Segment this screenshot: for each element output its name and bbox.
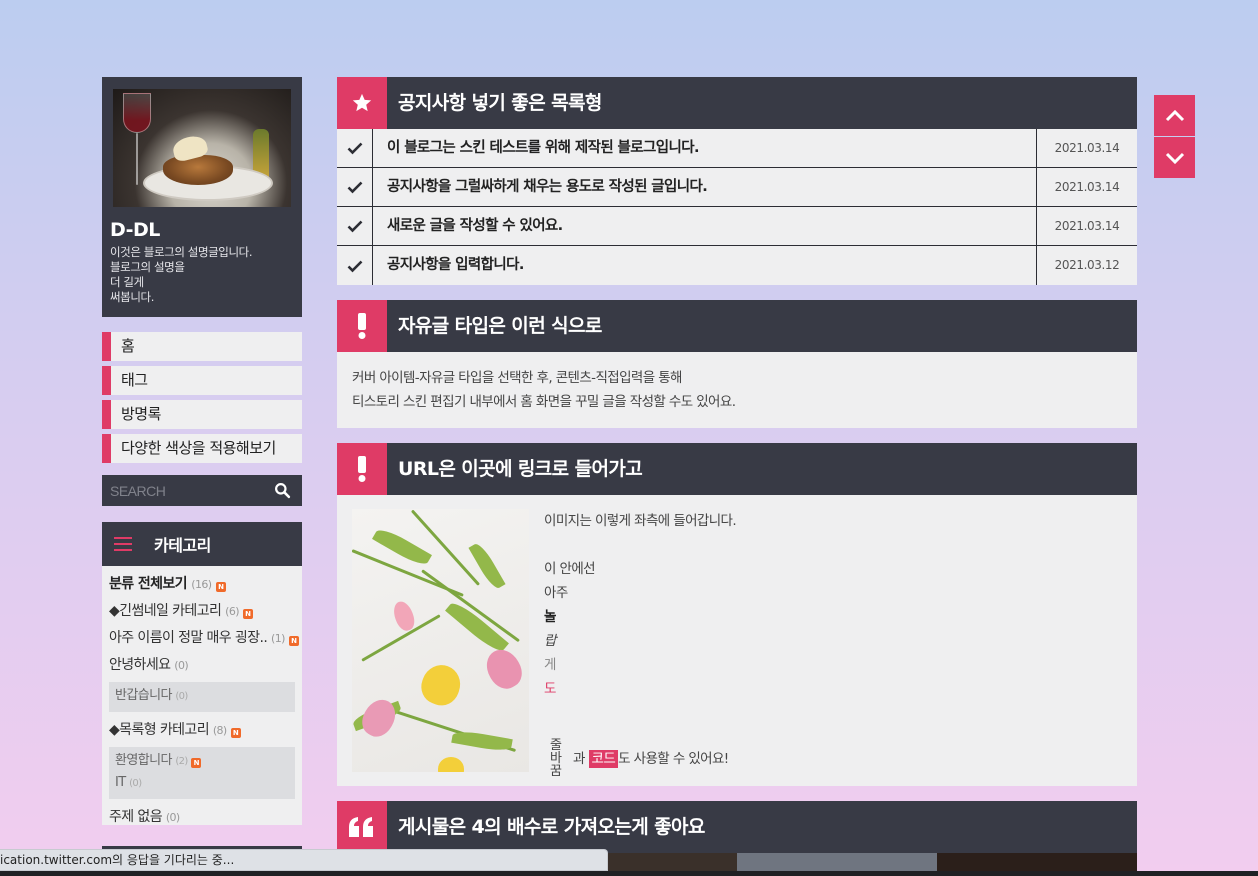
- notice-row[interactable]: 공지사항을 입력합니다. 2021.03.12: [337, 246, 1137, 285]
- check-icon: [337, 129, 373, 167]
- free-text-section: 자유글 타입은 이런 식으로 커버 아이템-자유글 타입을 선택한 후, 콘텐츠…: [337, 300, 1137, 428]
- check-icon: [337, 168, 373, 206]
- url-body[interactable]: 이미지는 이렇게 좌측에 들어갑니다. 이 안에선 아주 놀 랍 게 도 줄 바…: [337, 495, 1137, 786]
- section-header: 공지사항 넣기 좋은 목록형: [337, 77, 1137, 129]
- notice-date: 2021.03.14: [1054, 180, 1120, 194]
- nav-item-home[interactable]: 홈: [102, 332, 302, 361]
- main-nav: 홈 태그 방명록 다양한 색상을 적용해보기: [102, 332, 302, 463]
- notice-row[interactable]: 이 블로그는 스킨 테스트를 위해 제작된 블로그입니다. 2021.03.14: [337, 129, 1137, 168]
- section-title: 게시물은 4의 배수로 가져오는게 좋아요: [398, 816, 705, 838]
- subcategory-group: 반갑습니다 (0): [109, 682, 295, 712]
- chevron-down-icon: [1165, 152, 1184, 164]
- quote-icon: [337, 801, 387, 853]
- profile-image[interactable]: [113, 89, 291, 207]
- nav-item-guestbook[interactable]: 방명록: [102, 400, 302, 429]
- section-header: URL은 이곳에 링크로 들어가고: [337, 443, 1137, 495]
- category-item[interactable]: 안녕하세요 (0): [109, 655, 295, 682]
- url-text: 이미지는 이렇게 좌측에 들어갑니다. 이 안에선 아주 놀 랍 게 도: [544, 509, 737, 701]
- star-icon: [337, 77, 387, 129]
- subcategory-group: 환영합니다 (2) N IT (0): [109, 747, 295, 799]
- blog-title[interactable]: D-DL: [110, 219, 294, 241]
- notice-date: 2021.03.14: [1054, 141, 1120, 155]
- url-text-line: 놀: [544, 609, 556, 625]
- notice-list: 이 블로그는 스킨 테스트를 위해 제작된 블로그입니다. 2021.03.14…: [337, 129, 1137, 285]
- url-text-line: 이 안에선: [544, 561, 596, 577]
- section-header: 자유글 타입은 이런 식으로: [337, 300, 1137, 352]
- url-text-line: 이미지는 이렇게 좌측에 들어갑니다.: [544, 513, 737, 529]
- search-box: [102, 475, 302, 506]
- category-item[interactable]: ◆긴썸네일 카테고리 (6) N: [109, 601, 295, 628]
- category-item[interactable]: 주제 없음 (0): [109, 807, 295, 834]
- gallery-section: 게시물은 4의 배수로 가져오는게 좋아요: [337, 801, 1137, 853]
- category-all[interactable]: 분류 전체보기 (16) N: [109, 574, 295, 601]
- blog-description: 이것은 블로그의 설명글입니다. 블로그의 설명을 더 길게 써봅니다.: [110, 245, 253, 304]
- sidebar: D-DL 이것은 블로그의 설명글입니다. 블로그의 설명을 더 길게 써봅니다…: [102, 77, 302, 825]
- notice-title[interactable]: 공지사항을 그럴싸하게 채우는 용도로 작성된 글입니다.: [373, 168, 1037, 206]
- exclamation-icon: [337, 300, 387, 352]
- notice-title[interactable]: 공지사항을 입력합니다.: [373, 246, 1037, 285]
- new-badge-icon: N: [215, 582, 226, 592]
- section-title: 자유글 타입은 이런 식으로: [398, 315, 602, 337]
- url-text-line: 게: [544, 657, 556, 673]
- section-title[interactable]: 공지사항 넣기 좋은 목록형: [398, 77, 602, 129]
- notice-title[interactable]: 새로운 글을 작성할 수 있어요.: [373, 207, 1037, 245]
- hamburger-icon: [114, 537, 132, 551]
- notice-date: 2021.03.12: [1054, 258, 1120, 272]
- subcategory-item[interactable]: 환영합니다 (2) N: [115, 751, 289, 773]
- scroll-up-button[interactable]: [1154, 95, 1195, 136]
- check-icon: [337, 207, 373, 245]
- new-badge-icon: N: [242, 609, 253, 619]
- category-header: 카테고리: [102, 522, 302, 566]
- category-title: 카테고리: [154, 536, 211, 555]
- code-line: 과 코드 도 사용할 수 있어요!: [573, 750, 729, 768]
- free-text-line: 커버 아이템-자유글 타입을 선택한 후, 콘텐츠-직접입력을 통해: [352, 370, 682, 386]
- section-title[interactable]: URL은 이곳에 링크로 들어가고: [398, 443, 643, 495]
- search-icon[interactable]: [274, 482, 291, 499]
- category-list: 분류 전체보기 (16) N ◆긴썸네일 카테고리 (6) N 아주 이름이 정…: [102, 566, 302, 825]
- url-text-line: 랍: [544, 633, 556, 649]
- notice-date: 2021.03.14: [1054, 219, 1120, 233]
- nav-item-colors[interactable]: 다양한 색상을 적용해보기: [102, 434, 302, 463]
- section-header: 게시물은 4의 배수로 가져오는게 좋아요: [337, 801, 1137, 853]
- profile-card: D-DL 이것은 블로그의 설명글입니다. 블로그의 설명을 더 길게 써봅니다…: [102, 77, 302, 317]
- free-text-body: 커버 아이템-자유글 타입을 선택한 후, 콘텐츠-직접입력을 통해 티스토리 …: [337, 352, 1137, 428]
- tulip-image[interactable]: [352, 509, 529, 772]
- new-badge-icon: N: [288, 636, 299, 646]
- code-tag: 코드: [588, 750, 619, 768]
- check-icon: [337, 246, 373, 285]
- new-badge-icon: N: [230, 728, 241, 738]
- exclamation-icon: [337, 443, 387, 495]
- free-text-line: 티스토리 스킨 편집기 내부에서 홈 화면을 꾸밀 글을 작성할 수도 있어요.: [352, 394, 736, 410]
- category-item[interactable]: ◆목록형 카테고리 (8) N: [109, 720, 295, 747]
- subcategory-item[interactable]: 반갑습니다 (0): [115, 686, 289, 708]
- bottom-edge: [0, 871, 1258, 876]
- browser-status-bar: ication.twitter.com의 응답을 기다리는 중...: [0, 849, 608, 871]
- vertical-text: 줄 바 꿈: [550, 738, 562, 779]
- category-item[interactable]: 아주 이름이 정말 매우 굉장.. (1) N: [109, 628, 299, 655]
- search-input[interactable]: [102, 482, 262, 499]
- url-text-line: 아주: [544, 585, 568, 601]
- scroll-down-button[interactable]: [1154, 137, 1195, 178]
- notice-row[interactable]: 새로운 글을 작성할 수 있어요. 2021.03.14: [337, 207, 1137, 246]
- category-box: 카테고리 분류 전체보기 (16) N ◆긴썸네일 카테고리 (6) N 아주 …: [102, 522, 302, 825]
- chevron-up-icon: [1165, 109, 1184, 121]
- notice-section: 공지사항 넣기 좋은 목록형 이 블로그는 스킨 테스트를 위해 제작된 블로그…: [337, 77, 1137, 285]
- subcategory-item[interactable]: IT (0): [115, 773, 289, 795]
- url-link-section: URL은 이곳에 링크로 들어가고 이미지는 이렇게 좌측에 들어갑니다. 이 …: [337, 443, 1137, 786]
- url-text-line: 도: [544, 681, 556, 697]
- main-content: 공지사항 넣기 좋은 목록형 이 블로그는 스킨 테스트를 위해 제작된 블로그…: [337, 77, 1137, 853]
- notice-row[interactable]: 공지사항을 그럴싸하게 채우는 용도로 작성된 글입니다. 2021.03.14: [337, 168, 1137, 207]
- notice-title[interactable]: 이 블로그는 스킨 테스트를 위해 제작된 블로그입니다.: [373, 129, 1037, 167]
- nav-item-tag[interactable]: 태그: [102, 366, 302, 395]
- new-badge-icon: N: [191, 758, 202, 768]
